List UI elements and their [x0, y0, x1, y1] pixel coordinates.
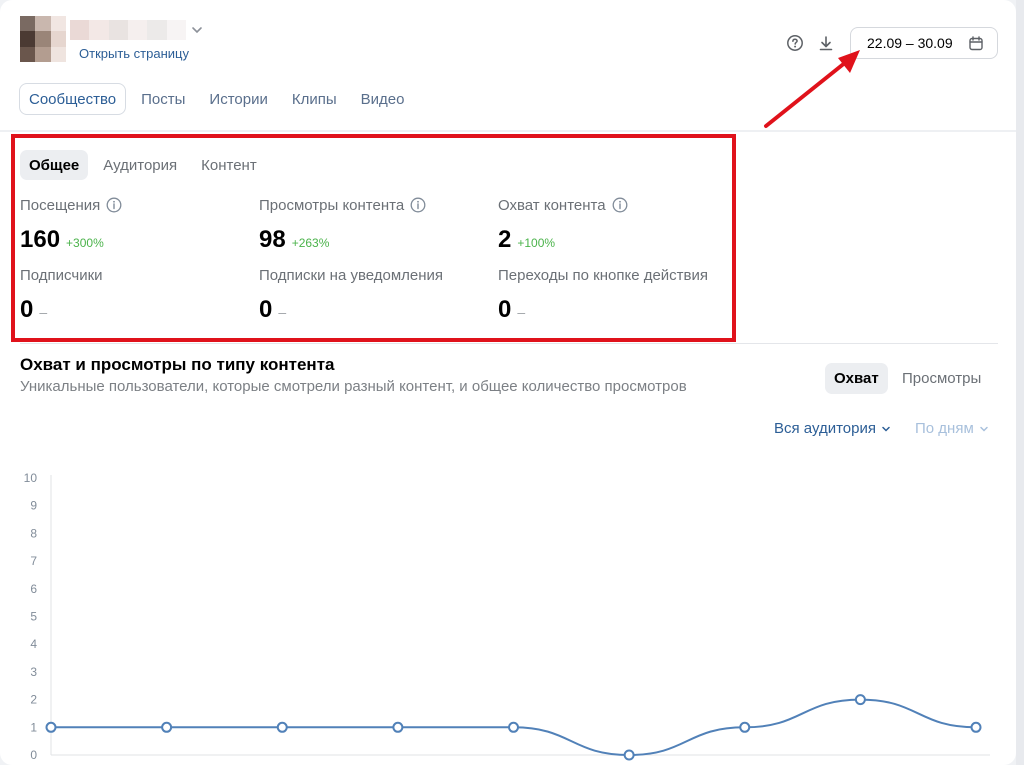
subtab-general[interactable]: Общее: [20, 150, 89, 180]
stat-value: 160: [20, 226, 61, 253]
stat-content-reach: Охват контента 2 +100%: [498, 196, 728, 254]
y-tick-label: 9: [30, 499, 37, 513]
stat-change: +300%: [66, 236, 104, 250]
stat-change: +263%: [291, 236, 330, 250]
stat-change: +100%: [517, 236, 556, 250]
stat-notification-subscriptions: Подписки на уведомления 0 –: [259, 266, 489, 324]
stat-label: Охват контента: [498, 196, 606, 214]
data-point[interactable]: [45, 721, 57, 733]
y-tick-label: 5: [30, 610, 37, 624]
segment-views[interactable]: Просмотры: [893, 363, 990, 394]
reach-line-chart: 0 1 2 3 4 5 6 7 8 9 10: [24, 471, 990, 762]
chevron-down-icon: [980, 426, 988, 432]
stat-value: 0: [498, 296, 512, 323]
community-name-blurred: [70, 20, 186, 40]
stat-value: 2: [498, 226, 512, 253]
y-tick-label: 7: [30, 554, 37, 568]
stat-label: Просмотры контента: [259, 196, 405, 214]
subtab-audience[interactable]: Аудитория: [94, 150, 186, 180]
data-point[interactable]: [854, 694, 866, 706]
y-tick-label: 1: [30, 720, 37, 734]
chevron-down-icon: [882, 426, 890, 432]
calendar-icon: [969, 36, 983, 51]
data-point[interactable]: [508, 721, 519, 733]
date-range-label: 22.09 – 30.09: [867, 35, 953, 51]
stat-label: Подписчики: [20, 266, 103, 284]
stats-page: Открыть страницу 22.09 – 30.09 Сообществ…: [0, 0, 1016, 765]
stat-value: 0: [259, 296, 273, 323]
sub-tabs: Общее Аудитория Контент: [20, 150, 266, 180]
community-avatar[interactable]: [20, 16, 66, 62]
y-tick-label: 8: [30, 526, 37, 540]
subtab-content[interactable]: Контент: [192, 150, 266, 180]
segment-reach[interactable]: Охват: [825, 363, 888, 394]
tab-stories[interactable]: Истории: [200, 83, 276, 115]
data-point[interactable]: [161, 721, 173, 733]
stat-change: –: [278, 304, 287, 320]
y-tick-label: 10: [24, 471, 38, 485]
period-dropdown: По дням: [915, 420, 989, 437]
date-range-button[interactable]: 22.09 – 30.09: [850, 27, 998, 59]
section-separator: [0, 130, 1016, 132]
data-point[interactable]: [623, 749, 635, 761]
stat-value: 0: [20, 296, 34, 323]
divider: [20, 343, 998, 344]
data-point[interactable]: [970, 721, 982, 733]
stat-change: –: [39, 304, 48, 320]
red-annotation-arrow: [764, 50, 860, 128]
chevron-down-icon[interactable]: [191, 24, 203, 36]
tab-video[interactable]: Видео: [352, 83, 414, 115]
open-page-link[interactable]: Открыть страницу: [79, 46, 189, 61]
info-icon[interactable]: [410, 197, 426, 213]
y-tick-label: 4: [30, 637, 37, 651]
stat-action-button-clicks: Переходы по кнопке действия 0 –: [498, 266, 728, 324]
stat-value: 98: [259, 226, 286, 253]
tab-community[interactable]: Сообщество: [19, 83, 127, 115]
period-dropdown-label: По дням: [915, 420, 974, 437]
info-icon[interactable]: [106, 197, 122, 213]
top-tabs: Сообщество Посты Истории Клипы Видео: [19, 83, 413, 115]
page-edge: [1016, 0, 1024, 765]
y-tick-label: 2: [30, 693, 37, 707]
stat-subscribers: Подписчики 0 –: [20, 266, 250, 324]
stat-label: Посещения: [20, 196, 101, 214]
info-icon[interactable]: [612, 197, 628, 213]
tab-clips[interactable]: Клипы: [283, 83, 346, 115]
y-tick-label: 0: [30, 748, 37, 762]
data-point[interactable]: [276, 721, 288, 733]
data-point[interactable]: [739, 721, 751, 733]
y-tick-label: 3: [30, 665, 37, 679]
chart-title: Охват и просмотры по типу контента: [20, 355, 335, 374]
stat-label: Подписки на уведомления: [259, 266, 444, 284]
stat-visits: Посещения 160 +300%: [20, 196, 250, 254]
audience-dropdown-label: Вся аудитория: [774, 420, 876, 437]
stat-content-views: Просмотры контента 98 +263%: [259, 196, 489, 254]
audience-dropdown[interactable]: Вся аудитория: [774, 420, 891, 437]
y-tick-label: 6: [30, 582, 37, 596]
tab-posts[interactable]: Посты: [132, 83, 194, 115]
chart-subtitle: Уникальные пользователи, которые смотрел…: [20, 378, 687, 395]
data-point[interactable]: [392, 721, 404, 733]
stat-label: Переходы по кнопке действия: [498, 266, 709, 284]
stat-change: –: [517, 304, 526, 320]
